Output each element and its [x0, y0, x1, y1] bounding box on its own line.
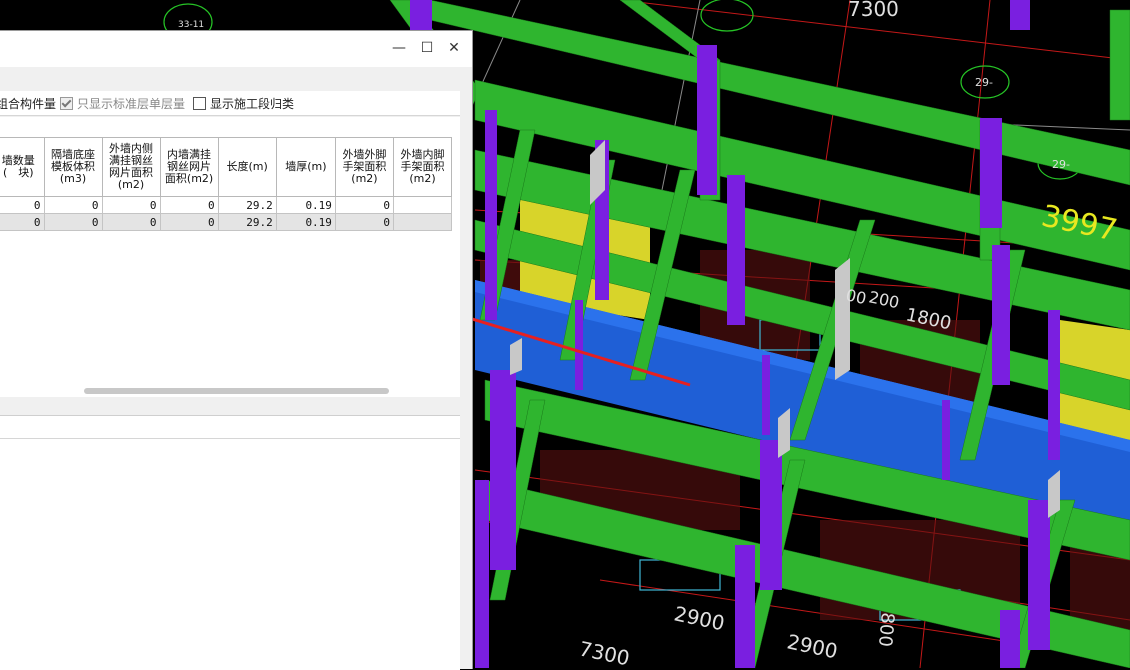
col-header[interactable]: 长度(m)	[217, 137, 277, 197]
quantity-table-area: 墙数量( 块) 隔墙底座模板体积(m3) 外墙内侧满挂钢丝网片面积(m2) 内墙…	[0, 117, 460, 395]
quantity-table: 墙数量( 块) 隔墙底座模板体积(m3) 外墙内侧满挂钢丝网片面积(m2) 内墙…	[0, 137, 453, 231]
table-row-selected[interactable]: 0 0 0 0 29.2 0.19 0	[0, 213, 453, 231]
dim-800: 800	[874, 612, 898, 648]
table-cell[interactable]: 0	[334, 196, 394, 214]
axis-tag-c: 33-11	[178, 20, 204, 30]
option-standard-floor-label: 只显示标准层单层量	[77, 97, 186, 111]
col-header[interactable]: 外墙内脚手架面积(m2)	[392, 137, 453, 197]
option-show-construction-section[interactable]: 显示施工段归类	[193, 95, 294, 112]
col-header[interactable]: 隔墙底座模板体积(m3)	[43, 137, 103, 197]
dim-7300-top: 7300	[848, 0, 899, 21]
quantity-dialog: — ☐ ✕ 组合构件量 只显示标准层单层量 显示施工段归类 墙数量( 块) 隔墙…	[0, 30, 473, 670]
maximize-button[interactable]: ☐	[414, 37, 440, 59]
table-cell[interactable]: 0	[43, 213, 103, 231]
axis-tag-b: 29-	[1052, 158, 1070, 171]
table-cell[interactable]: 0.19	[275, 213, 336, 231]
table-cell[interactable]	[392, 213, 453, 231]
col-header[interactable]: 墙厚(m)	[275, 137, 336, 197]
col-header[interactable]: 外墙外脚手架面积(m2)	[334, 137, 394, 197]
table-cell[interactable]	[392, 196, 453, 214]
table-cell[interactable]: 0	[0, 196, 45, 214]
options-bar: 组合构件量 只显示标准层单层量 显示施工段归类	[0, 91, 460, 116]
col-header[interactable]: 墙数量( 块)	[0, 137, 45, 197]
detail-panel-header	[0, 416, 460, 439]
construction-section-checkbox[interactable]	[193, 97, 206, 110]
table-row[interactable]: 0 0 0 0 29.2 0.19 0	[0, 196, 453, 214]
col-header[interactable]: 外墙内侧满挂钢丝网片面积(m2)	[101, 137, 161, 197]
table-cell[interactable]: 0	[101, 196, 161, 214]
standard-floor-checkbox	[60, 97, 73, 110]
table-cell[interactable]: 0	[159, 196, 219, 214]
minimize-button[interactable]: —	[386, 37, 412, 59]
table-cell[interactable]: 0	[159, 213, 219, 231]
table-cell[interactable]: 0	[101, 213, 161, 231]
option-construction-section-label: 显示施工段归类	[210, 97, 295, 111]
horizontal-scrollbar[interactable]	[0, 385, 460, 397]
table-cell[interactable]: 0.19	[275, 196, 336, 214]
table-cell[interactable]: 29.2	[217, 196, 277, 214]
option-standard-floor-only: 只显示标准层单层量	[60, 95, 185, 112]
close-button[interactable]: ✕	[441, 37, 467, 59]
table-header-row: 墙数量( 块) 隔墙底座模板体积(m3) 外墙内侧满挂钢丝网片面积(m2) 内墙…	[0, 137, 453, 197]
scrollbar-thumb[interactable]	[84, 388, 389, 394]
option-combined-quantity[interactable]: 组合构件量	[0, 95, 56, 112]
table-cell[interactable]: 0	[334, 213, 394, 231]
table-cell[interactable]: 0	[0, 213, 45, 231]
dialog-titlebar[interactable]: — ☐ ✕	[0, 31, 472, 67]
axis-tag-a: 29-	[975, 76, 993, 89]
table-cell[interactable]: 29.2	[217, 213, 277, 231]
col-header[interactable]: 内墙满挂钢丝网片面积(m2)	[159, 137, 219, 197]
option-combined-quantity-label: 组合构件量	[0, 97, 57, 111]
table-cell[interactable]: 0	[43, 196, 103, 214]
detail-panel	[0, 415, 460, 670]
